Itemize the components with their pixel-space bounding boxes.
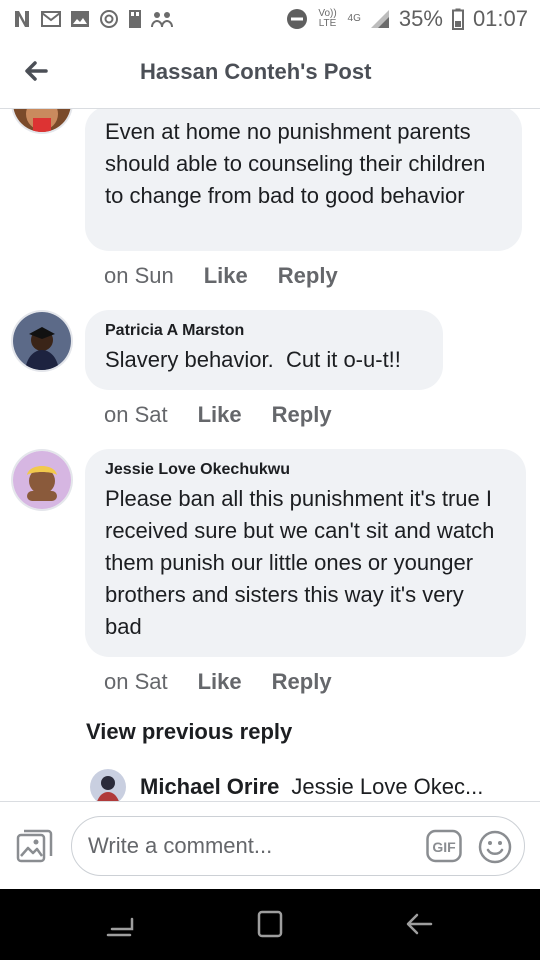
comment-composer: Write a comment... GIF — [0, 801, 540, 890]
storage-notification-icon — [128, 9, 142, 29]
signal-strength-icon — [370, 9, 390, 29]
comment-text: Slavery behavior. Cut it o-u-t!! — [105, 347, 401, 372]
reply-snippet: Jessie Love Okec... — [291, 774, 484, 799]
reply-button[interactable]: Reply — [278, 263, 338, 289]
reply-button[interactable]: Reply — [272, 402, 332, 428]
comment-actions: on Sat Like Reply — [104, 402, 332, 428]
comment-bubble[interactable]: Patricia A Marston Slavery behavior. Cut… — [85, 310, 443, 390]
post-header: Hassan Conteh's Post — [0, 38, 540, 109]
reply-button[interactable]: Reply — [272, 669, 332, 695]
comment-author[interactable]: Patricia A Marston — [105, 322, 423, 340]
like-button[interactable]: Like — [198, 669, 242, 695]
view-previous-reply-link[interactable]: View previous reply — [86, 719, 292, 745]
reply-preview[interactable]: Michael Orire Jessie Love Okec... — [90, 767, 530, 801]
battery-percent: 35% — [398, 6, 443, 31]
like-button[interactable]: Like — [204, 263, 248, 289]
comment-input[interactable]: Write a comment... GIF — [71, 816, 525, 876]
clock: 01:07 — [472, 6, 528, 31]
recent-apps-icon — [106, 917, 134, 937]
comment-time[interactable]: on Sat — [104, 669, 168, 695]
comment-time[interactable]: on Sat — [104, 402, 168, 428]
comments-list[interactable]: Even at home no punishment parents shoul… — [0, 109, 540, 801]
avatar[interactable] — [13, 312, 71, 370]
comment-actions: on Sat Like Reply — [104, 669, 332, 695]
people-notification-icon — [151, 10, 173, 28]
battery-icon — [451, 8, 464, 30]
gmail-notification-icon — [41, 10, 61, 28]
comment-bubble[interactable]: Jessie Love Okechukwu Please ban all thi… — [85, 449, 526, 657]
avatar[interactable] — [90, 769, 126, 801]
gif-label: GIF — [432, 839, 456, 855]
recent-apps-button[interactable] — [104, 909, 138, 939]
comment-text: Even at home no punishment parents shoul… — [105, 119, 486, 208]
comment-author[interactable]: Jessie Love Okechukwu — [105, 461, 506, 479]
navigation-bar — [0, 889, 540, 960]
back-icon — [406, 913, 433, 935]
status-bar: Vo)) LTE 4G 35% 01:07 — [0, 0, 540, 38]
system-back-button[interactable] — [403, 909, 437, 939]
reply-author: Michael Orire — [140, 774, 280, 799]
back-button[interactable] — [18, 54, 54, 90]
status-left — [12, 9, 173, 29]
comment-text: Please ban all this punishment it's true… — [105, 486, 495, 639]
network-type-indicator: 4G — [347, 13, 361, 24]
emoji-button[interactable] — [478, 830, 512, 864]
home-icon — [257, 910, 283, 938]
smiley-icon — [478, 830, 512, 864]
netflix-notification-icon — [12, 9, 32, 29]
gif-button[interactable]: GIF — [426, 829, 462, 863]
comment-actions: on Sun Like Reply — [104, 263, 338, 289]
comment-placeholder: Write a comment... — [88, 833, 273, 858]
page-title: Hassan Conteh's Post — [140, 59, 372, 84]
camera-notification-icon — [99, 9, 119, 29]
arrow-left-icon — [25, 61, 48, 81]
add-photo-button[interactable] — [15, 826, 55, 866]
avatar[interactable] — [13, 451, 71, 509]
gallery-notification-icon — [70, 10, 90, 28]
comment-bubble[interactable]: Even at home no punishment parents shoul… — [85, 109, 522, 251]
volte-indicator: Vo)) LTE — [318, 8, 337, 29]
status-right: Vo)) LTE 4G 35% 01:07 — [286, 6, 528, 32]
home-button[interactable] — [253, 909, 287, 939]
like-button[interactable]: Like — [198, 402, 242, 428]
photo-icon — [16, 829, 53, 863]
comment-time[interactable]: on Sun — [104, 263, 174, 289]
avatar[interactable] — [13, 109, 71, 132]
do-not-disturb-icon — [286, 8, 308, 30]
